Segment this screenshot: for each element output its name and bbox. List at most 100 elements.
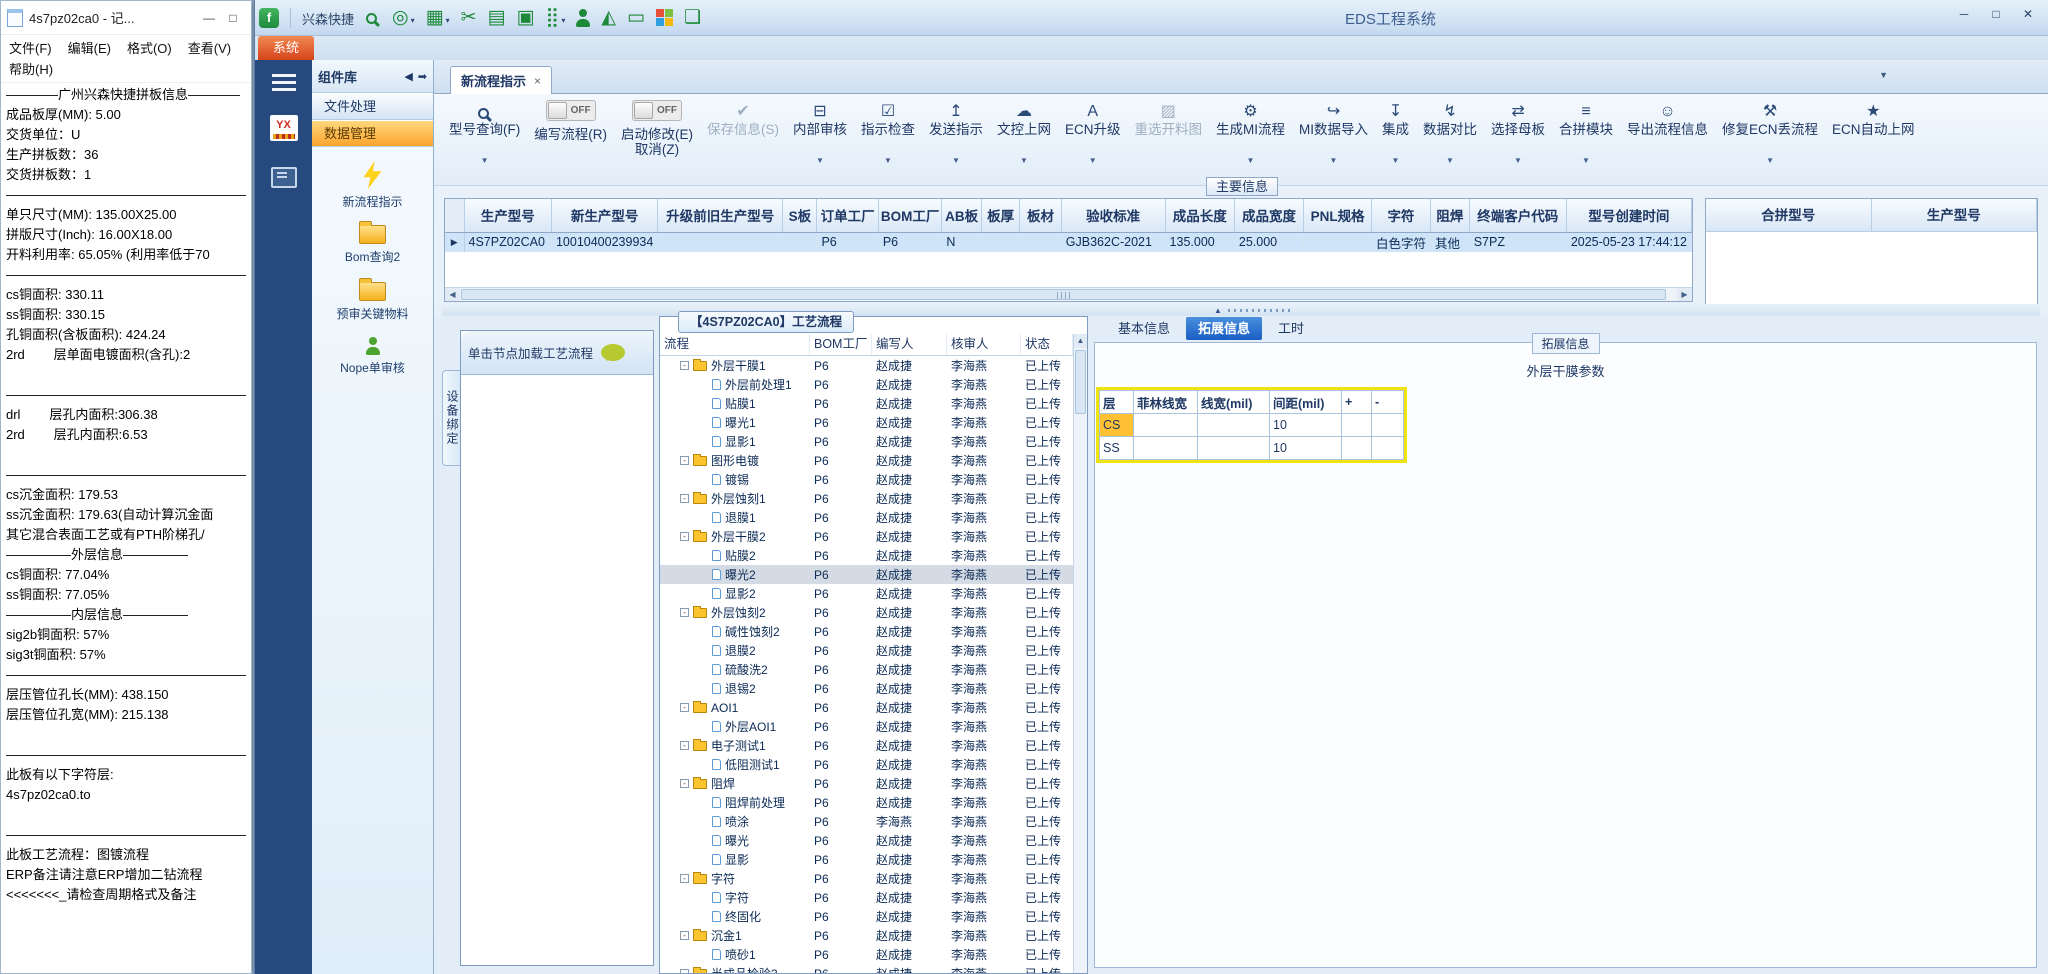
- grid-icon[interactable]: ⣿ ▾: [545, 8, 565, 28]
- toggle-switch[interactable]: OFF: [545, 100, 596, 121]
- column-header-升级前旧生产型号[interactable]: 升级前旧生产型号: [657, 199, 784, 233]
- column-header-PNL规格[interactable]: PNL规格: [1303, 199, 1372, 233]
- tree-scrollbar-thumb[interactable]: [1075, 350, 1086, 414]
- windows-icon[interactable]: [655, 8, 673, 28]
- chevron-down-icon[interactable]: ▾: [561, 16, 565, 28]
- notepad-text-area[interactable]: ————广州兴森快捷拼板信息———— 成品板厚(MM): 5.00 交货单位：U 生产…: [1, 83, 251, 935]
- tree-column-header-流程[interactable]: 流程: [660, 334, 810, 355]
- tree-vertical-scrollbar[interactable]: ▲: [1073, 334, 1087, 973]
- process-tree-row-阻焊前处理[interactable]: 阻焊前处理 P6 赵成捷 李海燕 已上传: [660, 793, 1073, 812]
- scroll-right-icon[interactable]: ▶: [1677, 288, 1692, 301]
- dropdown-arrow-icon[interactable]: ▼: [1020, 154, 1028, 169]
- param-layer-cell[interactable]: CS: [1099, 413, 1134, 437]
- param-value-cell[interactable]: 10: [1269, 436, 1342, 460]
- process-tree-row-字符[interactable]: - 字符 P6 赵成捷 李海燕 已上传: [660, 869, 1073, 888]
- process-tree-row-贴膜2[interactable]: 贴膜2 P6 赵成捷 李海燕 已上传: [660, 546, 1073, 565]
- film-icon[interactable]: ▤: [488, 8, 506, 28]
- scissors-icon[interactable]: ✂: [461, 8, 477, 28]
- ribbon-overflow-icon[interactable]: ▼: [1879, 70, 1888, 80]
- ribbon-button-发送指示[interactable]: ↥ 发送指示 ▼: [922, 94, 990, 169]
- param-column-header-+[interactable]: +: [1341, 390, 1372, 414]
- notepad-menu-item[interactable]: 文件(F): [9, 38, 52, 57]
- param-value-cell[interactable]: [1133, 436, 1198, 460]
- param-value-cell[interactable]: [1197, 436, 1270, 460]
- process-tree-row-低阻测试1[interactable]: 低阻测试1 P6 赵成捷 李海燕 已上传: [660, 755, 1073, 774]
- chart-icon[interactable]: ◭: [601, 8, 616, 28]
- param-value-cell[interactable]: [1197, 413, 1270, 437]
- param-value-cell[interactable]: 10: [1269, 413, 1342, 437]
- notepad-menu-item[interactable]: 帮助(H): [9, 59, 53, 78]
- process-tree-row-显影2[interactable]: 显影2 P6 赵成捷 李海燕 已上传: [660, 584, 1073, 603]
- param-row-CS[interactable]: CS 10: [1099, 413, 1404, 437]
- device-binding-vertical-tab[interactable]: 设备绑定: [442, 370, 460, 466]
- search-icon[interactable]: [365, 11, 381, 26]
- column-header-板材[interactable]: 板材: [1019, 199, 1062, 233]
- tree-column-header-编写人[interactable]: 编写人: [872, 334, 947, 355]
- process-tree-row-曝光1[interactable]: 曝光1 P6 赵成捷 李海燕 已上传: [660, 413, 1073, 432]
- eds-app-icon[interactable]: f: [259, 8, 279, 28]
- toggle-switch[interactable]: OFF: [632, 100, 682, 121]
- param-value-cell[interactable]: [1371, 436, 1404, 460]
- ribbon-button-生成MI流程[interactable]: ⚙ 生成MI流程 ▼: [1209, 94, 1292, 169]
- table-icon[interactable]: ▦ ▾: [426, 8, 450, 28]
- process-tree-row-外层AOI1[interactable]: 外层AOI1 P6 赵成捷 李海燕 已上传: [660, 717, 1073, 736]
- tree-expander-icon[interactable]: -: [680, 608, 689, 617]
- process-tree-row-外层蚀刻1[interactable]: - 外层蚀刻1 P6 赵成捷 李海燕 已上传: [660, 489, 1073, 508]
- process-tree-row-外层干膜2[interactable]: - 外层干膜2 P6 赵成捷 李海燕 已上传: [660, 527, 1073, 546]
- ribbon-button-内部审核[interactable]: ⊟ 内部审核 ▼: [786, 94, 854, 169]
- param-column-header--[interactable]: -: [1371, 390, 1404, 414]
- column-header-型号创建时间[interactable]: 型号创建时间: [1566, 199, 1692, 233]
- layers-icon[interactable]: ❏: [684, 8, 701, 28]
- process-tree-row-字符[interactable]: 字符 P6 赵成捷 李海燕 已上传: [660, 888, 1073, 907]
- tree-column-header-状态[interactable]: 状态: [1021, 334, 1073, 355]
- row-marker-column[interactable]: [445, 199, 465, 233]
- sidebar-item-预审关键物料[interactable]: 预审关键物料: [312, 271, 433, 328]
- user-icon[interactable]: [576, 9, 591, 27]
- tree-expander-icon[interactable]: -: [680, 703, 689, 712]
- column-header-字符[interactable]: 字符: [1371, 199, 1431, 233]
- column-header-验收标准[interactable]: 验收标准: [1061, 199, 1166, 233]
- process-tree-row-图形电镀[interactable]: - 图形电镀 P6 赵成捷 李海燕 已上传: [660, 451, 1073, 470]
- tree-expander-icon[interactable]: -: [680, 779, 689, 788]
- process-tree-row-碱性蚀刻2[interactable]: 碱性蚀刻2 P6 赵成捷 李海燕 已上传: [660, 622, 1073, 641]
- ribbon-button-指示检查[interactable]: ☑ 指示检查 ▼: [854, 94, 922, 169]
- dropdown-arrow-icon[interactable]: ▼: [1514, 154, 1522, 169]
- process-tree-row-阻焊[interactable]: - 阻焊 P6 赵成捷 李海燕 已上传: [660, 774, 1073, 793]
- tree-column-header-BOM工厂[interactable]: BOM工厂: [810, 334, 872, 355]
- tree-expander-icon[interactable]: -: [680, 969, 689, 973]
- process-tree-row-终固化[interactable]: 终固化 P6 赵成捷 李海燕 已上传: [660, 907, 1073, 926]
- column-header-成品宽度[interactable]: 成品宽度: [1234, 199, 1305, 233]
- column-header-合拼型号[interactable]: 合拼型号: [1706, 199, 1872, 231]
- chevron-down-icon[interactable]: ▾: [411, 16, 415, 28]
- dropdown-arrow-icon[interactable]: ▼: [1582, 154, 1590, 169]
- tab-close-icon[interactable]: ×: [534, 74, 541, 88]
- sidebar-group-数据管理[interactable]: 数据管理: [312, 120, 433, 147]
- column-header-生产型号[interactable]: 生产型号: [464, 199, 552, 233]
- tree-expander-icon[interactable]: -: [680, 361, 689, 370]
- process-tree-row-曝光2[interactable]: 曝光2 P6 赵成捷 李海燕 已上传: [660, 565, 1073, 584]
- splitter-collapse-handle[interactable]: ▲: [1214, 306, 1292, 315]
- column-header-成品长度[interactable]: 成品长度: [1165, 199, 1235, 233]
- horizontal-scrollbar[interactable]: ◀ ▶: [445, 287, 1692, 301]
- notepad-menu-item[interactable]: 查看(V): [188, 38, 231, 57]
- ribbon-button-ECN自动上网[interactable]: ★ ECN自动上网: [1825, 94, 1922, 169]
- ribbon-button-型号查询(F)[interactable]: 型号查询(F) ▼: [442, 94, 527, 169]
- notepad-minimize-button[interactable]: —: [197, 11, 221, 25]
- process-tree-row-喷砂1[interactable]: 喷砂1 P6 赵成捷 李海燕 已上传: [660, 945, 1073, 964]
- process-tree-row-外层前处理1[interactable]: 外层前处理1 P6 赵成捷 李海燕 已上传: [660, 375, 1073, 394]
- column-header-阻焊[interactable]: 阻焊: [1430, 199, 1470, 233]
- dropdown-arrow-icon[interactable]: ▼: [816, 154, 824, 169]
- ribbon-button-重选开料图[interactable]: ▨ 重选开料图: [1128, 94, 1210, 169]
- param-layer-cell[interactable]: SS: [1099, 436, 1134, 460]
- detail-tab-拓展信息[interactable]: 拓展信息: [1186, 317, 1263, 340]
- column-header-订单工厂[interactable]: 订单工厂: [816, 199, 879, 233]
- process-tree-row-曝光[interactable]: 曝光 P6 赵成捷 李海燕 已上传: [660, 831, 1073, 850]
- notepad-titlebar[interactable]: 4s7pz02ca0 - 记... — □: [1, 1, 251, 35]
- process-tree-row-电子测试1[interactable]: - 电子测试1 P6 赵成捷 李海燕 已上传: [660, 736, 1073, 755]
- maximize-button[interactable]: □: [1982, 4, 2010, 24]
- sidebar-item-新流程指示[interactable]: 新流程指示: [312, 157, 433, 214]
- column-header-生产型号[interactable]: 生产型号: [1872, 199, 2037, 231]
- dropdown-arrow-icon[interactable]: ▼: [952, 154, 960, 169]
- terminal-icon[interactable]: [270, 167, 297, 188]
- column-header-AB板[interactable]: AB板: [941, 199, 982, 233]
